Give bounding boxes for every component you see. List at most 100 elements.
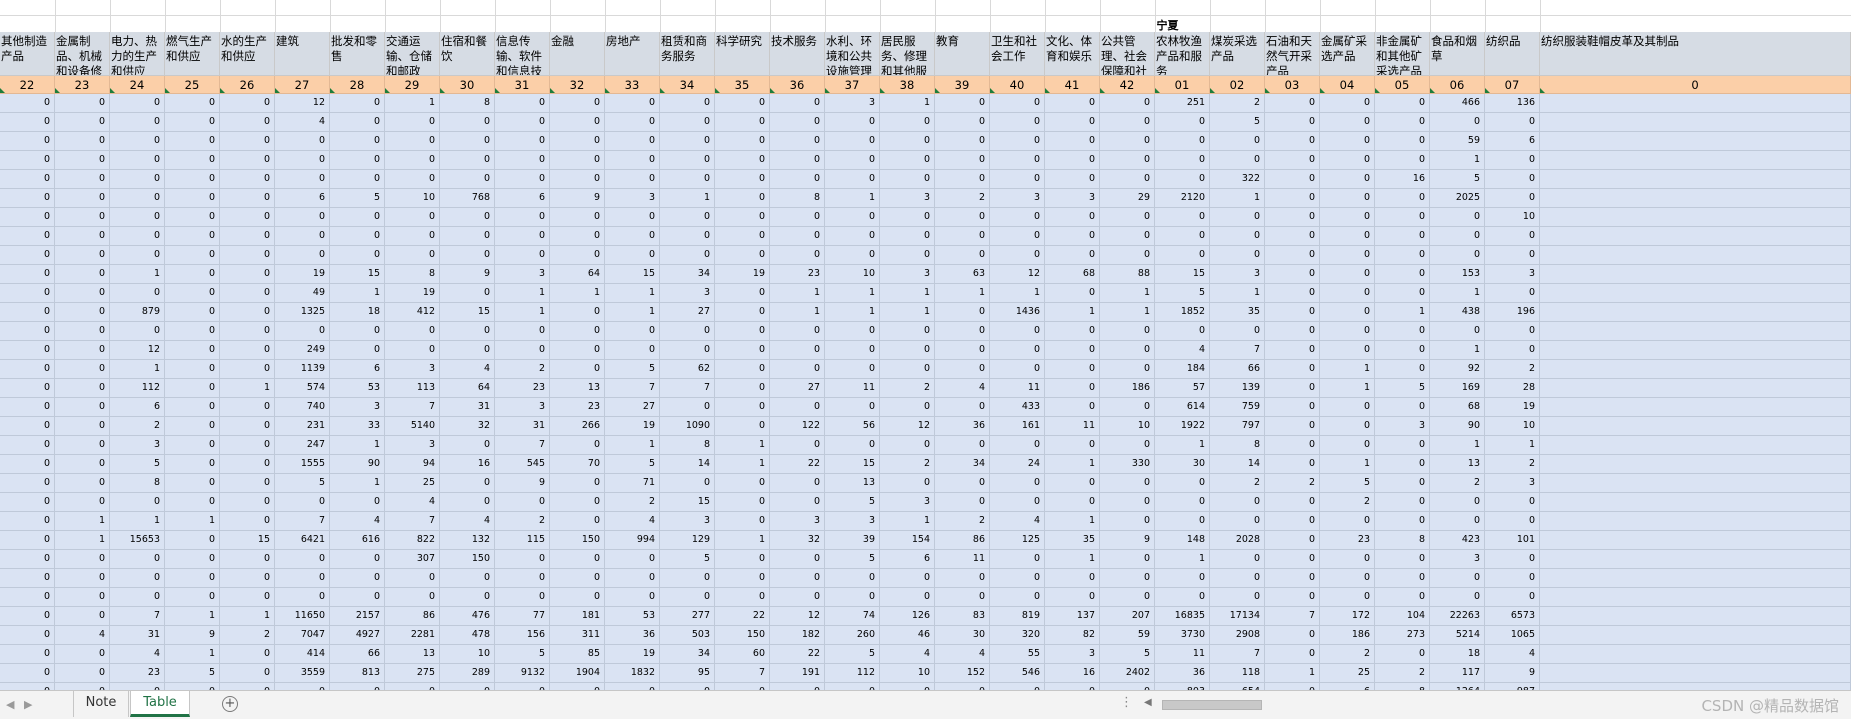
table-cell[interactable]: 0: [660, 227, 715, 246]
table-cell[interactable]: 0: [605, 94, 660, 113]
table-cell[interactable]: 1: [1045, 550, 1100, 569]
table-cell[interactable]: 23: [495, 379, 550, 398]
table-cell[interactable]: 879: [110, 303, 165, 322]
table-cell[interactable]: 0: [550, 493, 605, 512]
table-cell[interactable]: 0: [715, 550, 770, 569]
table-cell[interactable]: 412: [385, 303, 440, 322]
column-code[interactable]: 22: [0, 76, 55, 94]
table-cell[interactable]: 1: [165, 512, 220, 531]
table-cell[interactable]: 4: [605, 512, 660, 531]
table-cell[interactable]: 156: [495, 626, 550, 645]
table-cell[interactable]: 5: [495, 645, 550, 664]
table-cell[interactable]: 0: [1485, 588, 1540, 607]
table-cell[interactable]: 35: [1045, 531, 1100, 550]
table-cell[interactable]: 0: [0, 436, 55, 455]
table-cell[interactable]: 414: [275, 645, 330, 664]
table-cell[interactable]: 0: [1045, 170, 1100, 189]
table-cell[interactable]: 0: [110, 94, 165, 113]
table-cell[interactable]: 0: [165, 341, 220, 360]
table-cell[interactable]: 8: [385, 265, 440, 284]
table-cell[interactable]: 25: [1320, 664, 1375, 683]
table-cell[interactable]: 0: [1155, 208, 1210, 227]
table-cell[interactable]: 0: [990, 227, 1045, 246]
table-cell[interactable]: 0: [715, 227, 770, 246]
table-cell[interactable]: 0: [770, 683, 825, 690]
table-cell[interactable]: 249: [275, 341, 330, 360]
table-cell[interactable]: 0: [880, 683, 935, 690]
table-cell[interactable]: 0: [605, 170, 660, 189]
table-cell[interactable]: 273: [1375, 626, 1430, 645]
table-cell[interactable]: 0: [385, 246, 440, 265]
table-cell[interactable]: 66: [1210, 360, 1265, 379]
table-cell[interactable]: 0: [1100, 474, 1155, 493]
table-cell[interactable]: 0: [935, 170, 990, 189]
table-cell[interactable]: 0: [385, 132, 440, 151]
table-cell[interactable]: 0: [0, 132, 55, 151]
table-cell[interactable]: 0: [1375, 151, 1430, 170]
table-cell[interactable]: 66: [330, 645, 385, 664]
table-cell[interactable]: 152: [935, 664, 990, 683]
column-header[interactable]: 房地产: [605, 32, 660, 76]
table-cell[interactable]: 19: [275, 265, 330, 284]
table-cell[interactable]: 0: [275, 550, 330, 569]
table-cell[interactable]: 0: [165, 493, 220, 512]
empty-cell[interactable]: [1320, 0, 1376, 32]
table-cell[interactable]: 1: [1320, 455, 1375, 474]
table-cell[interactable]: 0: [1045, 398, 1100, 417]
table-cell[interactable]: 49: [275, 284, 330, 303]
table-cell[interactable]: 0: [440, 170, 495, 189]
table-cell[interactable]: 813: [330, 664, 385, 683]
table-cell[interactable]: 0: [165, 455, 220, 474]
table-cell[interactable]: 2281: [385, 626, 440, 645]
table-cell[interactable]: 5: [165, 664, 220, 683]
table-cell[interactable]: 0: [1210, 588, 1265, 607]
table-cell[interactable]: 0: [1265, 227, 1320, 246]
table-cell[interactable]: 0: [550, 151, 605, 170]
table-cell[interactable]: 322: [1210, 170, 1265, 189]
table-cell[interactable]: 0: [935, 113, 990, 132]
table-cell[interactable]: 0: [55, 113, 110, 132]
table-cell[interactable]: 0: [165, 303, 220, 322]
table-cell[interactable]: 22: [770, 645, 825, 664]
table-cell[interactable]: 0: [825, 208, 880, 227]
table-cell[interactable]: 0: [220, 303, 275, 322]
empty-cell[interactable]: [1485, 0, 1541, 32]
table-cell[interactable]: 0: [1265, 284, 1320, 303]
table-cell[interactable]: 7: [110, 607, 165, 626]
table-cell[interactable]: 0: [330, 322, 385, 341]
column-code[interactable]: 30: [440, 76, 495, 94]
table-cell[interactable]: 0: [275, 588, 330, 607]
table-cell[interactable]: 0: [495, 322, 550, 341]
table-cell[interactable]: 1: [880, 284, 935, 303]
table-cell[interactable]: 9: [550, 189, 605, 208]
table-cell[interactable]: 2: [1210, 94, 1265, 113]
table-cell[interactable]: 0: [1045, 360, 1100, 379]
table-cell[interactable]: 1: [330, 436, 385, 455]
table-cell[interactable]: 112: [110, 379, 165, 398]
table-cell[interactable]: 13: [385, 645, 440, 664]
table-cell[interactable]: [1540, 626, 1851, 645]
table-cell[interactable]: 2: [605, 493, 660, 512]
table-cell[interactable]: 186: [1320, 626, 1375, 645]
table-cell[interactable]: 0: [385, 341, 440, 360]
table-cell[interactable]: 0: [110, 683, 165, 690]
table-cell[interactable]: 0: [110, 246, 165, 265]
table-cell[interactable]: 6: [880, 550, 935, 569]
table-cell[interactable]: 8: [1375, 531, 1430, 550]
table-cell[interactable]: 196: [1485, 303, 1540, 322]
table-cell[interactable]: 0: [1320, 588, 1375, 607]
column-code[interactable]: 0: [1540, 76, 1851, 94]
table-cell[interactable]: 0: [990, 170, 1045, 189]
table-cell[interactable]: 3: [880, 493, 935, 512]
table-cell[interactable]: 0: [55, 398, 110, 417]
table-cell[interactable]: 7: [1210, 341, 1265, 360]
table-cell[interactable]: 0: [1045, 227, 1100, 246]
table-cell[interactable]: 2025: [1430, 189, 1485, 208]
table-cell[interactable]: 0: [330, 550, 385, 569]
empty-cell[interactable]: [880, 0, 936, 32]
table-cell[interactable]: 0: [1100, 398, 1155, 417]
table-cell[interactable]: 3: [660, 512, 715, 531]
empty-cell[interactable]: [330, 0, 386, 32]
table-cell[interactable]: 5: [605, 455, 660, 474]
table-cell[interactable]: 994: [605, 531, 660, 550]
